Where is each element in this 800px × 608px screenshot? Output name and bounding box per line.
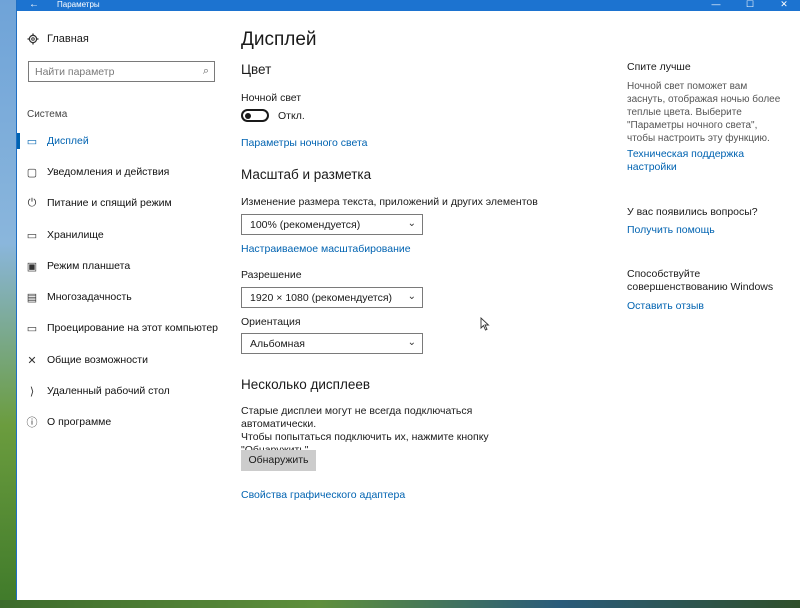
gear-icon xyxy=(27,33,39,45)
chevron-down-icon: ⌄ xyxy=(407,218,416,229)
multi-display-text-line: Чтобы попытаться подключить их, нажмите … xyxy=(241,431,489,443)
graphics-adapter-link[interactable]: Свойства графического адаптера xyxy=(241,489,405,501)
orientation-dropdown[interactable]: Альбомная ⌄ xyxy=(241,333,423,354)
sidebar-item-remote-desktop[interactable]: ⟩ Удаленный рабочий стол xyxy=(17,379,227,403)
feedback-link[interactable]: Оставить отзыв xyxy=(627,300,777,313)
shared-experiences-icon: ✕ xyxy=(27,354,37,367)
power-icon: ⏻ xyxy=(27,196,37,209)
mouse-cursor-icon xyxy=(480,317,490,331)
sidebar-item-multitasking[interactable]: ▤ Многозадачность xyxy=(17,285,227,309)
night-light-label: Ночной свет xyxy=(241,92,302,104)
taskbar-strip xyxy=(0,600,800,608)
nav-home[interactable]: Главная xyxy=(27,33,89,45)
resolution-dropdown[interactable]: 1920 × 1080 (рекомендуется) ⌄ xyxy=(241,287,423,308)
title-bar: ← Параметры — ☐ ✕ xyxy=(17,0,800,11)
scale-label: Изменение размера текста, приложений и д… xyxy=(241,196,538,208)
scale-dropdown[interactable]: 100% (рекомендуется) ⌄ xyxy=(241,214,423,235)
info-icon: ⓘ xyxy=(26,417,38,429)
sidebar-nav: Главная Найти параметр ⌕ Система ▭ Диспл… xyxy=(17,11,227,600)
maximize-icon[interactable]: ☐ xyxy=(733,0,767,11)
sidebar-item-label: Дисплей xyxy=(47,135,89,147)
section-heading-multiple-displays: Несколько дисплеев xyxy=(241,377,371,392)
multitasking-icon: ▤ xyxy=(26,291,38,304)
sidebar-item-display[interactable]: ▭ Дисплей xyxy=(17,129,227,153)
search-icon[interactable]: ⌕ xyxy=(203,65,209,78)
sidebar-item-label: Уведомления и действия xyxy=(47,166,170,178)
sidebar-item-label: Проецирование на этот компьютер xyxy=(47,322,218,334)
scale-value: 100% (рекомендуется) xyxy=(250,219,361,231)
night-light-toggle[interactable] xyxy=(241,109,269,122)
sleep-better-heading: Спите лучше xyxy=(627,61,691,73)
sidebar-item-label: Питание и спящий режим xyxy=(47,197,172,209)
search-box[interactable]: Найти параметр ⌕ xyxy=(28,61,215,82)
remote-desktop-icon: ⟩ xyxy=(29,385,35,398)
sidebar-item-label: Хранилище xyxy=(47,229,104,241)
support-link[interactable]: Техническая поддержка настройки xyxy=(627,148,777,174)
night-light-state: Откл. xyxy=(278,110,305,122)
section-heading-color: Цвет xyxy=(241,62,272,77)
toggle-knob xyxy=(245,112,251,119)
get-help-link[interactable]: Получить помощь xyxy=(627,224,777,237)
sidebar-item-storage[interactable]: ▭ Хранилище xyxy=(17,223,227,247)
sidebar-item-shared-experiences[interactable]: ✕ Общие возможности xyxy=(17,348,227,372)
storage-icon: ▭ xyxy=(26,229,38,242)
sidebar-item-label: Режим планшета xyxy=(47,260,131,272)
sidebar-item-tablet-mode[interactable]: ▣ Режим планшета xyxy=(17,254,227,278)
sidebar-item-about[interactable]: ⓘ О программе xyxy=(17,410,227,434)
window-content: Главная Найти параметр ⌕ Система ▭ Диспл… xyxy=(17,11,800,600)
improve-windows-text: Способствуйте совершенствованию Windows xyxy=(627,268,774,293)
sidebar-item-label: Многозадачность xyxy=(47,291,132,303)
chevron-down-icon: ⌄ xyxy=(407,337,416,348)
close-icon[interactable]: ✕ xyxy=(767,0,800,11)
nav-section-label: Система xyxy=(27,109,68,120)
main-pane: Дисплей Цвет Ночной свет Откл. Параметры… xyxy=(241,11,611,600)
resolution-label: Разрешение xyxy=(241,269,302,281)
page-title: Дисплей xyxy=(241,29,317,50)
notifications-icon: ▢ xyxy=(26,166,38,179)
detect-button[interactable]: Обнаружить xyxy=(241,450,316,471)
sleep-better-text: Ночной свет поможет вам заснуть, отображ… xyxy=(627,81,781,144)
monitor-icon: ▭ xyxy=(26,135,38,148)
orientation-label: Ориентация xyxy=(241,316,301,328)
search-placeholder: Найти параметр xyxy=(35,66,115,78)
sidebar-item-notifications[interactable]: ▢ Уведомления и действия xyxy=(17,160,227,184)
sidebar-item-label: Общие возможности xyxy=(47,354,148,366)
window-title: Параметры xyxy=(57,0,100,9)
related-settings-pane: Спите лучше Ночной свет поможет вам засн… xyxy=(627,11,787,600)
sidebar-item-projecting[interactable]: ▭ Проецирование на этот компьютер xyxy=(17,316,227,340)
back-arrow-icon[interactable]: ← xyxy=(17,0,51,11)
orientation-value: Альбомная xyxy=(250,338,305,350)
night-light-settings-link[interactable]: Параметры ночного света xyxy=(241,137,368,149)
sidebar-item-label: Удаленный рабочий стол xyxy=(47,385,170,397)
minimize-icon[interactable]: — xyxy=(699,0,733,11)
chevron-down-icon: ⌄ xyxy=(407,291,416,302)
settings-window: ← Параметры — ☐ ✕ Главная Найти параметр xyxy=(16,0,800,600)
questions-heading: У вас появились вопросы? xyxy=(627,206,758,218)
nav-home-label: Главная xyxy=(47,33,89,45)
tablet-icon: ▣ xyxy=(26,260,38,273)
sidebar-item-label: О программе xyxy=(47,416,112,428)
section-heading-scale: Масштаб и разметка xyxy=(241,167,372,182)
sidebar-item-power[interactable]: ⏻ Питание и спящий режим xyxy=(17,191,227,215)
resolution-value: 1920 × 1080 (рекомендуется) xyxy=(250,292,393,304)
projection-icon: ▭ xyxy=(26,322,38,335)
multi-display-text-line: Старые дисплеи могут не всегда подключат… xyxy=(241,405,473,430)
custom-scaling-link[interactable]: Настраиваемое масштабирование xyxy=(241,243,411,255)
